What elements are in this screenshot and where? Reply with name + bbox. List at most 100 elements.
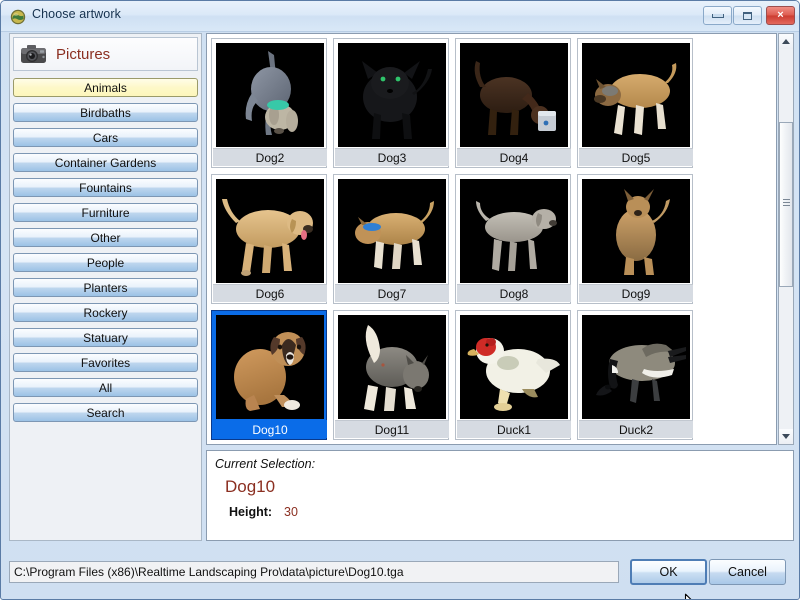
category-list: Animals Birdbaths Cars Container Gardens Fou… — [13, 78, 198, 428]
thumbnail-caption: Dog6 — [213, 284, 327, 302]
category-button-label: Birdbaths — [80, 105, 131, 120]
artwork-thumbnail-dog9[interactable]: Dog9 — [577, 174, 693, 304]
thumbnail-frame: Dog8 — [455, 174, 571, 304]
category-button-label: Other — [90, 230, 121, 245]
sidebar-title: Pictures — [56, 46, 111, 63]
title-bar: Choose artwork × — [1, 1, 799, 32]
scrollbar-grip-icon — [783, 199, 790, 206]
category-button-animals[interactable]: Animals — [13, 78, 198, 97]
thumbnail-caption: Duck2 — [579, 420, 693, 438]
category-button-label: Container Gardens — [54, 155, 157, 170]
category-button-label: Statuary — [83, 330, 128, 345]
category-button-label: Cars — [92, 130, 119, 145]
current-selection-panel: Current Selection: Dog10 Height: 30 — [206, 450, 794, 541]
thumbnail-image-golden-retriever — [216, 179, 324, 283]
ok-button[interactable]: OK — [630, 559, 707, 585]
thumbnail-image-tan-dog-sitting — [582, 179, 690, 283]
window-title: Choose artwork — [32, 7, 121, 21]
category-button-birdbaths[interactable]: Birdbaths — [13, 103, 198, 122]
artwork-thumbnail-dog4[interactable]: Dog4 — [455, 38, 571, 168]
category-button-other[interactable]: Other — [13, 228, 198, 247]
category-button-container-gardens[interactable]: Container Gardens — [13, 153, 198, 172]
minimize-icon — [704, 7, 731, 24]
sidebar-header: Pictures — [13, 37, 198, 71]
category-button-all[interactable]: All — [13, 378, 198, 397]
thumbnail-image-tan-dog-standing — [582, 43, 690, 147]
category-button-people[interactable]: People — [13, 253, 198, 272]
artwork-thumbnail-dog8[interactable]: Dog8 — [455, 174, 571, 304]
maximize-icon — [734, 7, 761, 24]
artwork-thumbnail-dog5[interactable]: Dog5 — [577, 38, 693, 168]
thumbnail-frame: Dog4 — [455, 38, 571, 168]
thumbnail-image-husky-dog — [338, 315, 446, 419]
category-button-label: All — [98, 380, 113, 395]
category-button-label: Rockery — [83, 305, 128, 320]
height-label: Height: — [229, 505, 273, 519]
thumbnail-frame: Dog2 — [211, 38, 327, 168]
category-button-search[interactable]: Search — [13, 403, 198, 422]
thumbnail-frame: Dog3 — [333, 38, 449, 168]
category-button-label: Fountains — [79, 180, 132, 195]
category-sidebar: Pictures Animals Birdbaths Cars Container G… — [9, 33, 202, 541]
file-path-field[interactable]: C:\Program Files (x86)\Realtime Landscap… — [9, 561, 619, 583]
category-button-statuary[interactable]: Statuary — [13, 328, 198, 347]
category-button-favorites[interactable]: Favorites — [13, 353, 198, 372]
category-button-rockery[interactable]: Rockery — [13, 303, 198, 322]
current-selection-name: Dog10 — [225, 477, 276, 496]
thumbnail-image-black-dog — [338, 43, 446, 147]
camera-icon — [21, 45, 46, 63]
scroll-down-icon — [782, 434, 790, 439]
thumbnail-frame: Duck1 — [455, 310, 571, 440]
cancel-button[interactable]: Cancel — [709, 559, 786, 585]
thumbnail-frame: Duck2 — [577, 310, 693, 440]
thumbnail-caption: Dog9 — [579, 284, 693, 302]
thumbnail-caption: Dog3 — [335, 148, 449, 166]
thumbnail-caption: Dog7 — [335, 284, 449, 302]
category-button-label: Favorites — [80, 355, 131, 370]
minimize-button[interactable] — [703, 6, 732, 25]
thumbnail-frame: Dog9 — [577, 174, 693, 304]
thumbnail-frame: Dog11 — [333, 310, 449, 440]
thumbnail-caption: Dog4 — [457, 148, 571, 166]
artwork-thumbnail-dog11[interactable]: Dog11 — [333, 310, 449, 440]
thumbnail-caption: Dog11 — [335, 420, 449, 438]
scrollbar-thumb[interactable] — [779, 122, 793, 287]
category-button-label: Planters — [83, 280, 128, 295]
grid-scrollbar[interactable] — [778, 33, 794, 445]
thumbnail-frame: Dog5 — [577, 38, 693, 168]
category-button-label: Furniture — [81, 205, 130, 220]
current-selection-label: Current Selection: — [215, 457, 316, 471]
mouse-cursor — [684, 593, 692, 599]
thumbnail-image-canada-goose — [582, 315, 690, 419]
maximize-button[interactable] — [733, 6, 762, 25]
thumbnail-frame: Dog10 — [211, 310, 327, 440]
category-button-fountains[interactable]: Fountains — [13, 178, 198, 197]
dialog-body: Pictures Animals Birdbaths Cars Container G… — [1, 31, 799, 599]
category-button-planters[interactable]: Planters — [13, 278, 198, 297]
cancel-button-label: Cancel — [728, 565, 767, 579]
thumbnail-frame: Dog7 — [333, 174, 449, 304]
artwork-thumbnail-dog7[interactable]: Dog7 — [333, 174, 449, 304]
close-button[interactable]: × — [766, 6, 795, 25]
thumbnail-caption: Duck1 — [457, 420, 571, 438]
choose-artwork-dialog: Choose artwork × Pictures Animals Birdba… — [0, 0, 800, 600]
artwork-thumbnail-duck1[interactable]: Duck1 — [455, 310, 571, 440]
category-button-cars[interactable]: Cars — [13, 128, 198, 147]
category-button-label: Search — [86, 405, 125, 420]
thumbnail-image-tan-dog-blue-collar — [338, 179, 446, 283]
thumbnail-caption: Dog10 — [213, 420, 327, 438]
app-globe-icon — [10, 9, 26, 25]
artwork-thumbnail-duck2[interactable]: Duck2 — [577, 310, 693, 440]
thumbnail-frame: Dog6 — [211, 174, 327, 304]
thumbnail-caption: Dog5 — [579, 148, 693, 166]
scroll-up-button[interactable] — [779, 34, 793, 49]
artwork-thumbnail-dog3[interactable]: Dog3 — [333, 38, 449, 168]
artwork-thumbnail-dog2[interactable]: Dog2 — [211, 38, 327, 168]
thumbnail-image-grey-dog — [460, 179, 568, 283]
category-button-furniture[interactable]: Furniture — [13, 203, 198, 222]
artwork-thumbnail-dog6[interactable]: Dog6 — [211, 174, 327, 304]
scroll-down-button[interactable] — [779, 429, 793, 444]
thumbnail-caption: Dog8 — [457, 284, 571, 302]
thumbnail-image-muscovy-duck — [460, 315, 568, 419]
artwork-thumbnail-dog10[interactable]: Dog10 — [211, 310, 327, 440]
